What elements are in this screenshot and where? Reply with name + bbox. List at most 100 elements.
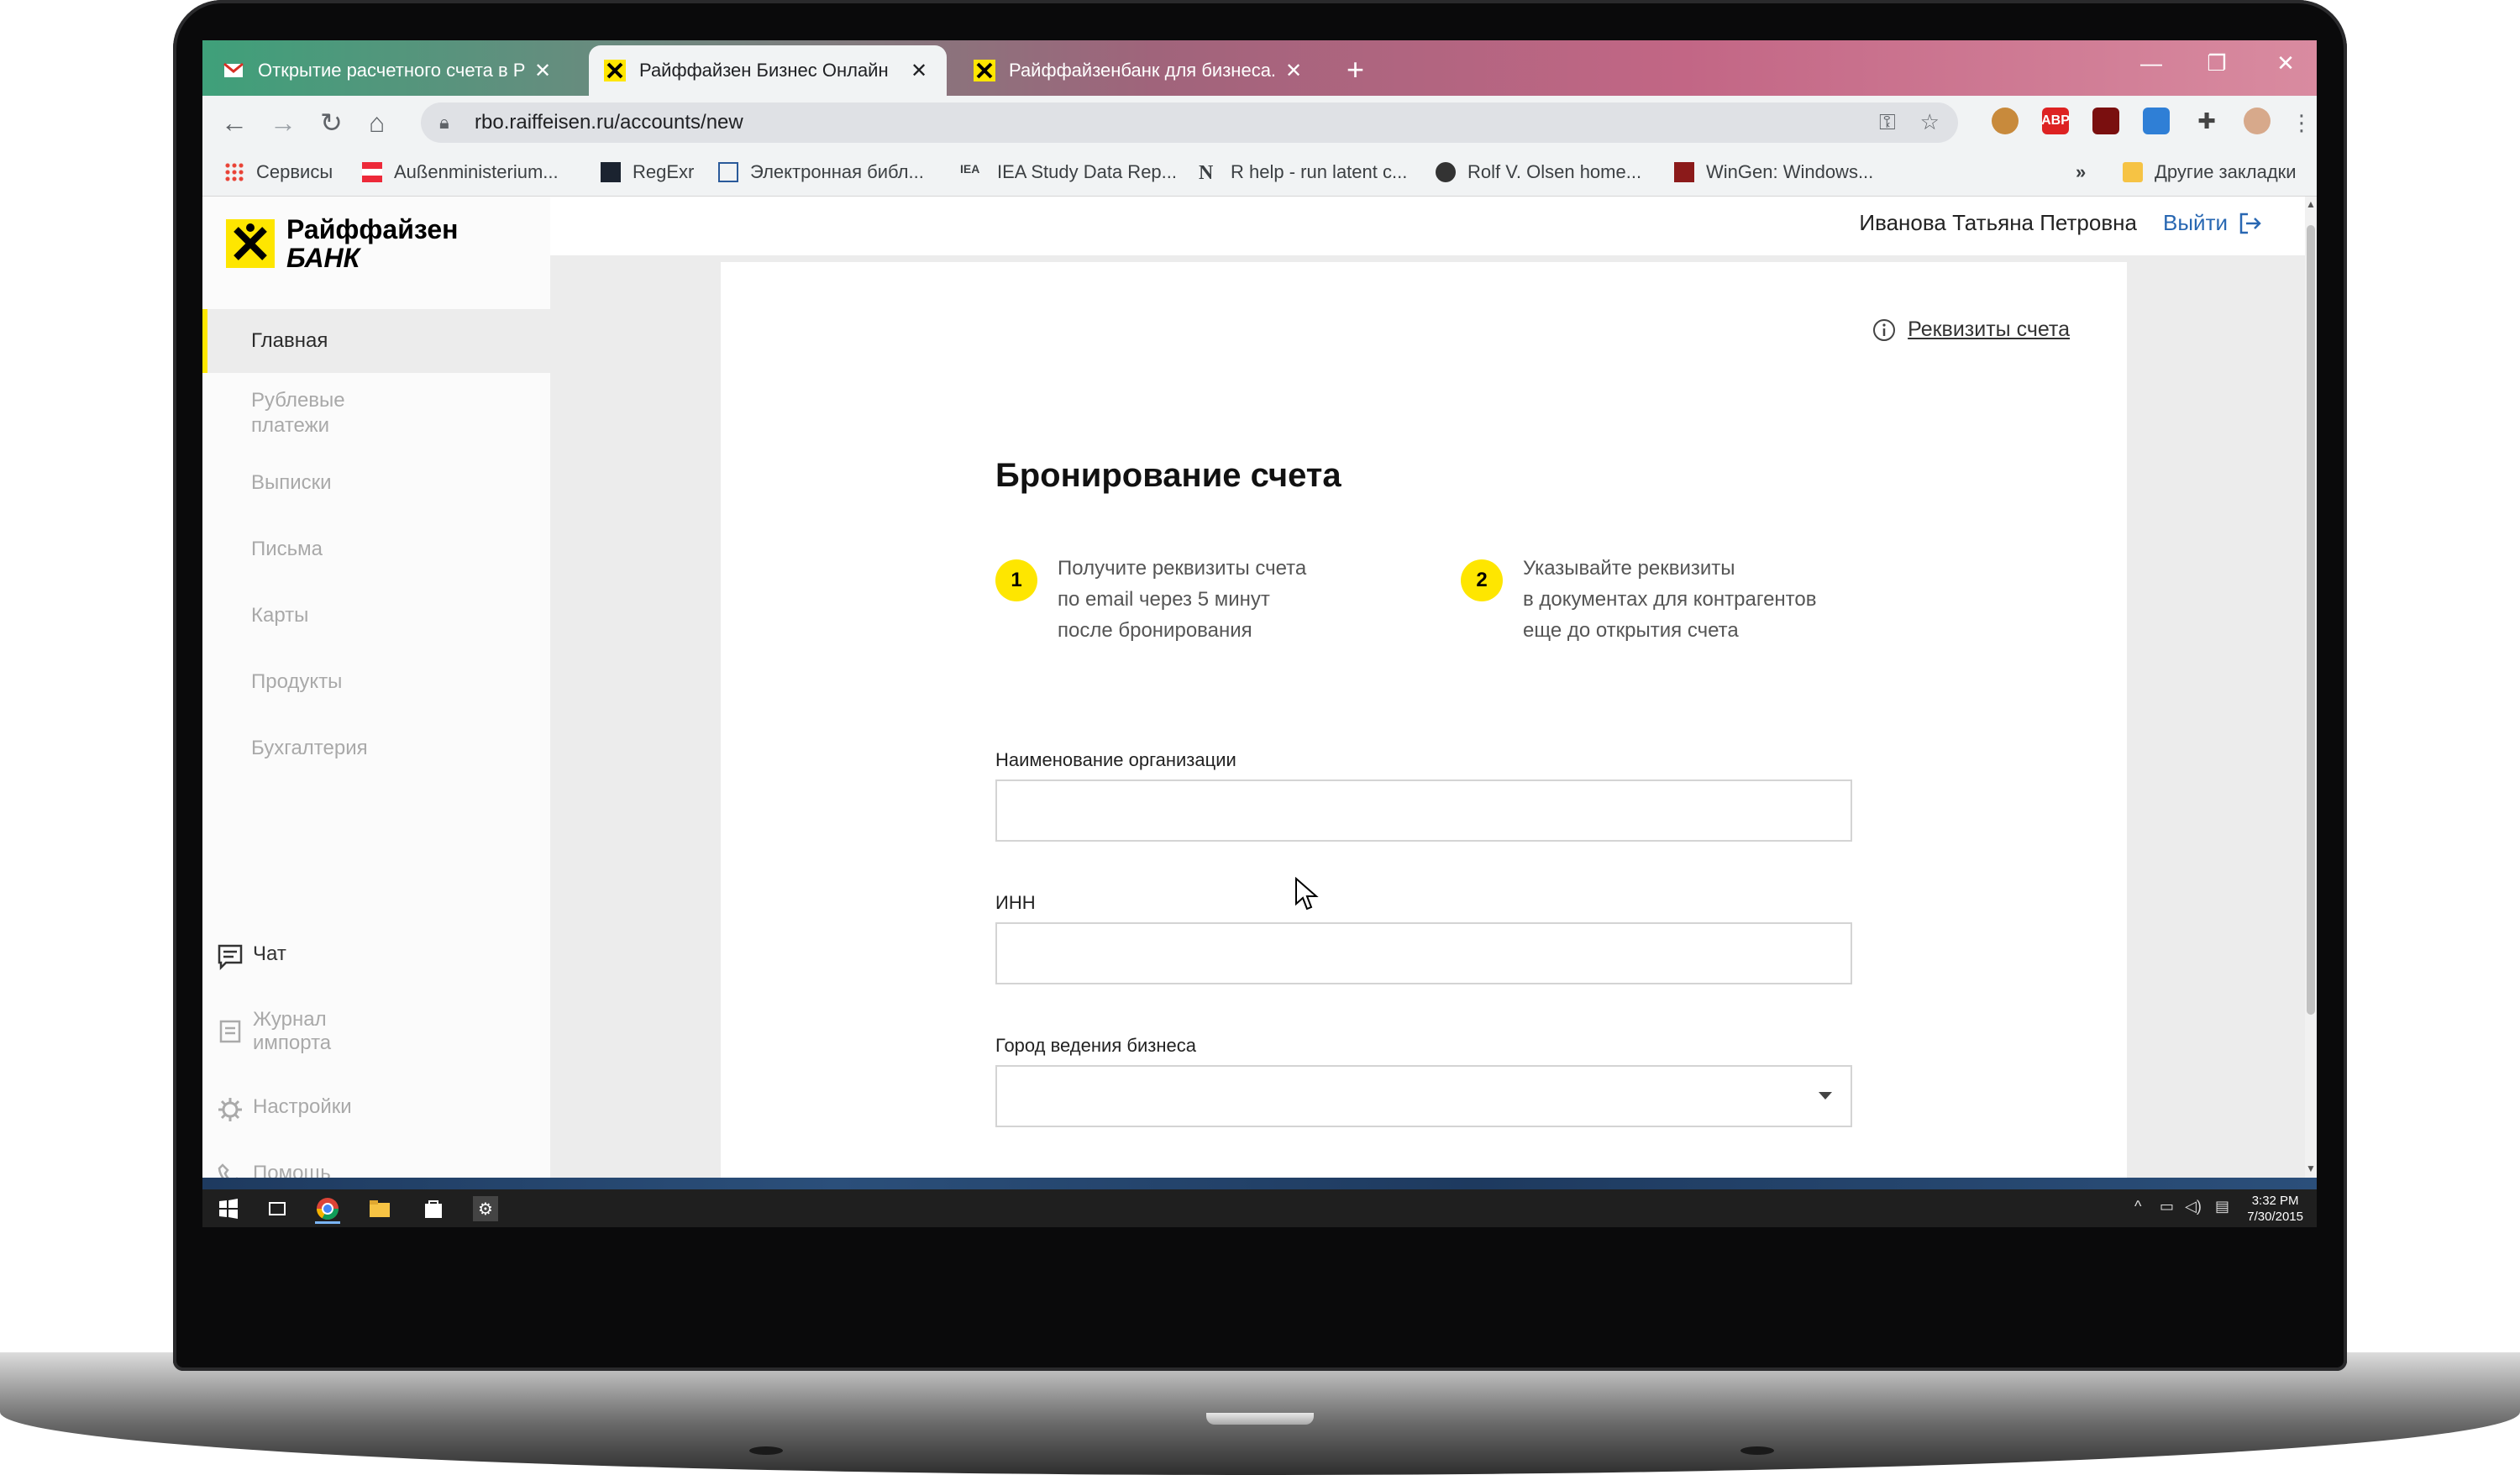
close-icon[interactable]: ✕ xyxy=(906,59,932,83)
bookmark-rolf-olsen[interactable]: Rolf V. Olsen home... xyxy=(1436,161,1641,183)
sidebar-help[interactable]: Помощь xyxy=(216,1162,331,1178)
mouse-cursor-icon xyxy=(1295,877,1319,911)
tray-overflow-icon[interactable]: ^ xyxy=(2134,1198,2141,1215)
step-text: Получите реквизиты счета по email через … xyxy=(1058,557,1307,642)
page-title: Бронирование счета xyxy=(995,457,1341,494)
inn-field[interactable] xyxy=(995,922,1852,984)
raiffeisen-icon xyxy=(604,60,626,81)
brand-name: Райффайзен БАНК xyxy=(286,214,459,273)
adblock-extension-icon[interactable]: ABP xyxy=(2041,108,2070,134)
laptop-foot xyxy=(749,1446,783,1455)
chat-icon xyxy=(218,944,243,971)
home-icon[interactable]: ⌂ xyxy=(369,108,385,138)
sidebar: Райффайзен БАНК Главная Рублевые платежи… xyxy=(202,197,550,1178)
step-1: 1 Получите реквизиты счета по email чере… xyxy=(995,553,1306,646)
address-bar[interactable]: 🔒︎ rbo.raiffeisen.ru/accounts/new ⚿ ☆ xyxy=(421,102,1958,143)
sidebar-import-log[interactable]: Журнал импорта xyxy=(216,1008,331,1055)
gmail-icon xyxy=(223,62,244,77)
n-extension-icon[interactable] xyxy=(2143,108,2170,134)
file-explorer-icon[interactable] xyxy=(367,1196,392,1221)
settings-app-icon[interactable]: ⚙ xyxy=(473,1196,498,1221)
sidebar-item-letters[interactable]: Письма xyxy=(202,537,550,562)
library-icon xyxy=(718,162,738,182)
org-name-input[interactable] xyxy=(997,781,1851,840)
info-icon xyxy=(1873,318,1896,341)
bookmark-aussenministerium[interactable]: Außenministerium... xyxy=(362,161,559,183)
notifications-icon[interactable]: ▤ xyxy=(2215,1198,2229,1215)
tab-label: Райффайзен Бизнес Онлайн xyxy=(639,60,889,81)
profile-avatar[interactable] xyxy=(2244,108,2271,134)
requisites-link[interactable]: Реквизиты счета xyxy=(1872,318,2070,342)
apps-grid-icon xyxy=(224,162,244,182)
logout-button[interactable]: Выйти xyxy=(2163,210,2263,236)
city-label: Город ведения бизнеса xyxy=(995,1035,1196,1056)
sidebar-chat[interactable]: Чат xyxy=(216,942,286,971)
bookmark-r-help[interactable]: N R help - run latent c... xyxy=(1199,161,1407,184)
city-select[interactable] xyxy=(995,1065,1852,1127)
user-name[interactable]: Иванова Татьяна Петровна xyxy=(1859,210,2137,236)
store-icon[interactable] xyxy=(421,1196,446,1221)
bookmark-regexr[interactable]: RegExr xyxy=(601,161,694,183)
pdf-extension-icon[interactable] xyxy=(2092,108,2119,134)
url-text[interactable]: rbo.raiffeisen.ru/accounts/new xyxy=(475,111,743,134)
org-name-field[interactable] xyxy=(995,779,1852,842)
volume-icon[interactable]: ◁) xyxy=(2185,1198,2202,1215)
sidebar-item-products[interactable]: Продукты xyxy=(202,669,550,695)
other-bookmarks[interactable]: Другие закладки xyxy=(2123,161,2297,183)
new-tab-icon[interactable]: + xyxy=(1347,52,1364,87)
close-icon[interactable]: ✕ xyxy=(530,59,555,83)
bookmarks-overflow-icon[interactable]: » xyxy=(2076,161,2086,183)
org-name-label: Наименование организации xyxy=(995,749,1236,770)
scroll-up-icon[interactable]: ▲ xyxy=(2305,198,2317,210)
window-close-icon[interactable]: ✕ xyxy=(2260,50,2311,76)
cookie-extension-icon[interactable] xyxy=(1992,108,2019,134)
network-icon[interactable]: ▭ xyxy=(2160,1198,2174,1215)
puzzle-extensions-icon[interactable]: ✚ xyxy=(2193,108,2220,134)
bookmark-electronic-library[interactable]: Электронная библ... xyxy=(718,161,924,183)
bookmarks-bar: Сервисы Außenministerium... RegExr Элект… xyxy=(202,150,2317,197)
browser-toolbar: ← → ↻ ⌂ 🔒︎ rbo.raiffeisen.ru/accounts/ne… xyxy=(202,96,2317,150)
sidebar-settings[interactable]: Настройки xyxy=(216,1095,352,1124)
tab-raiffeisen-business[interactable]: Райффайзенбанк для бизнеса. С ✕ xyxy=(958,45,1321,96)
bookmark-star-icon[interactable]: ⚿ ☆ xyxy=(1879,109,1940,136)
scroll-down-icon[interactable]: ▼ xyxy=(2305,1163,2317,1174)
gear-icon xyxy=(218,1098,242,1121)
folder-icon xyxy=(2123,162,2143,182)
menu-kebab-icon[interactable]: ⋮ xyxy=(2291,108,2313,138)
restore-icon[interactable]: ❐ xyxy=(2192,50,2242,76)
sidebar-item-accounting[interactable]: Бухгалтерия xyxy=(202,736,550,761)
laptop-notch xyxy=(1206,1413,1314,1425)
bookmark-iea-study[interactable]: IEA IEA Study Data Rep... xyxy=(960,161,1177,183)
close-icon[interactable]: ✕ xyxy=(1281,59,1306,83)
bookmark-services[interactable]: Сервисы xyxy=(224,161,333,183)
step-text: Указывайте реквизиты в документах для ко… xyxy=(1523,557,1817,642)
windows-start-icon[interactable] xyxy=(216,1196,241,1221)
inn-input[interactable] xyxy=(997,924,1851,983)
minimize-icon[interactable]: — xyxy=(2126,50,2176,76)
chrome-taskbar-icon[interactable] xyxy=(315,1196,340,1224)
back-icon[interactable]: ← xyxy=(221,108,248,138)
tab-label: Открытие расчетного счета в Р xyxy=(258,60,526,81)
raiffeisen-logo[interactable]: Райффайзен БАНК xyxy=(226,215,458,272)
tab-gmail[interactable]: Открытие расчетного счета в Р ✕ xyxy=(207,45,570,96)
step-number-badge: 1 xyxy=(995,559,1037,601)
sidebar-item-cards[interactable]: Карты xyxy=(202,603,550,628)
iea-icon: IEA xyxy=(960,162,980,176)
reload-icon[interactable]: ↻ xyxy=(320,108,343,138)
task-view-icon[interactable] xyxy=(265,1196,290,1221)
page-header: Иванова Татьяна Петровна Выйти xyxy=(550,197,2317,255)
globe-icon xyxy=(1436,162,1456,182)
sidebar-item-home[interactable]: Главная xyxy=(202,309,550,373)
raiffeisen-mark-icon xyxy=(226,219,275,268)
sidebar-item-ruble-payments[interactable]: Рублевые платежи xyxy=(202,388,550,438)
chevron-down-icon[interactable] xyxy=(1819,1092,1832,1100)
raiffeisen-icon xyxy=(974,60,995,81)
tab-raiffeisen-business-online[interactable]: Райффайзен Бизнес Онлайн ✕ xyxy=(589,45,947,96)
taskbar-clock[interactable]: 3:32 PM 7/30/2015 xyxy=(2247,1193,2303,1225)
forward-icon[interactable]: → xyxy=(270,108,297,138)
screen: Открытие расчетного счета в Р ✕ Райффайз… xyxy=(202,40,2317,1227)
inn-label: ИНН xyxy=(995,892,1036,913)
bookmark-wingen[interactable]: WinGen: Windows... xyxy=(1674,161,1873,183)
sidebar-item-statements[interactable]: Выписки xyxy=(202,470,550,496)
page-scrollbar-thumb[interactable] xyxy=(2307,225,2315,1015)
